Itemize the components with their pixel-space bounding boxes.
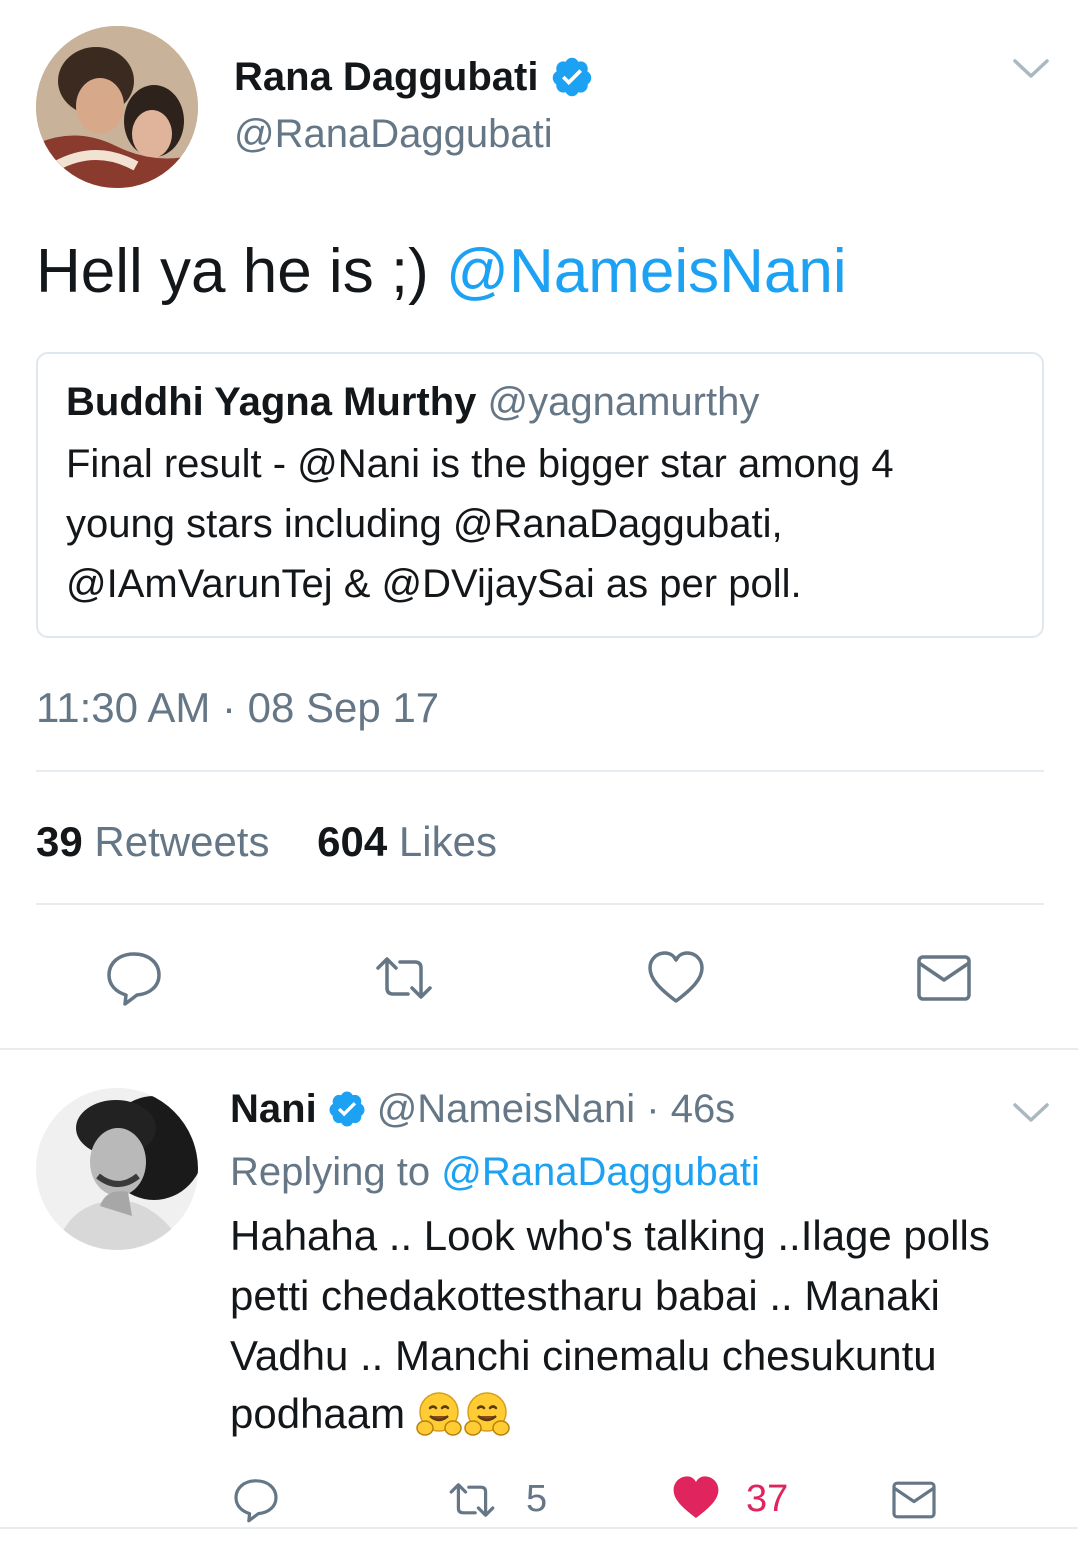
retweet-icon[interactable]: [374, 948, 434, 1008]
quoted-tweet-text-line: Final result - @Nani is the bigger star …: [66, 442, 894, 486]
reply-author-name[interactable]: Nani: [230, 1087, 317, 1132]
replying-to-label: Replying to: [230, 1150, 442, 1194]
chevron-down-icon[interactable]: [1012, 1102, 1050, 1124]
hugging-face-emoji-icon: [464, 1392, 510, 1436]
author-handle[interactable]: @RanaDaggubati: [234, 112, 553, 157]
likes-label: Likes: [398, 818, 497, 865]
hugging-face-emoji-icon: [416, 1392, 462, 1436]
divider: [36, 903, 1044, 905]
heart-filled-icon[interactable]: [672, 1474, 720, 1522]
quoted-tweet-text-line: @IAmVarunTej & @DVijaySai as per poll.: [66, 562, 802, 606]
quoted-author-handle: @yagnamurthy: [487, 380, 760, 424]
verified-badge-icon: [329, 1091, 365, 1127]
reply-text-line: podhaam: [230, 1390, 511, 1438]
quoted-tweet-header: Buddhi Yagna Murthy @yagnamurthy: [66, 380, 759, 425]
engagement-stats: 39 Retweets 604 Likes: [36, 818, 497, 866]
heart-icon[interactable]: [646, 948, 706, 1008]
quoted-author-name: Buddhi Yagna Murthy: [66, 380, 477, 424]
like-count: 37: [746, 1478, 789, 1520]
reply-handle-and-time: @NameisNani · 46s: [376, 1086, 736, 1131]
chevron-down-icon[interactable]: [1012, 58, 1050, 80]
divider: [0, 1527, 1078, 1529]
retweets-label: Retweets: [94, 818, 270, 865]
retweets-stat[interactable]: 39 Retweets: [36, 818, 269, 865]
envelope-icon[interactable]: [914, 948, 974, 1008]
author-name[interactable]: Rana Daggubati: [234, 55, 538, 100]
reply-header: Nani @NameisNani · 46s: [230, 1084, 735, 1134]
quoted-tweet-text-line: young stars including @RanaDaggubati,: [66, 502, 783, 546]
divider: [0, 1048, 1078, 1050]
likes-count: 604: [317, 818, 388, 865]
reply-text-line: Vadhu .. Manchi cinemalu chesukuntu: [230, 1332, 937, 1379]
tweet-timestamp: 11:30 AM · 08 Sep 17: [36, 684, 440, 731]
divider: [36, 770, 1044, 772]
envelope-icon[interactable]: [890, 1476, 938, 1524]
retweet-icon[interactable]: [448, 1476, 496, 1524]
replying-to: Replying to @RanaDaggubati: [230, 1150, 760, 1195]
reply-text-line: Hahaha .. Look who's talking ..Ilage pol…: [230, 1212, 990, 1259]
retweets-count: 39: [36, 818, 83, 865]
author-avatar[interactable]: [36, 26, 198, 188]
reply-author-avatar[interactable]: [36, 1088, 198, 1250]
mention-link[interactable]: @NameisNani: [446, 237, 847, 306]
verified-badge-icon: [553, 57, 592, 97]
author-name-row[interactable]: Rana Daggubati: [234, 52, 594, 102]
retweet-count: 5: [526, 1478, 548, 1520]
reply-text-line: petti chedakottestharu babai .. Manaki: [230, 1272, 940, 1319]
tweet-text-body: Hell ya he is ;): [36, 237, 447, 306]
reply-icon[interactable]: [104, 948, 164, 1008]
likes-stat[interactable]: 604 Likes: [317, 818, 497, 865]
replying-to-handle[interactable]: @RanaDaggubati: [441, 1150, 760, 1194]
reply-icon[interactable]: [232, 1476, 280, 1524]
tweet-text: Hell ya he is ;) @NameisNani: [36, 236, 847, 307]
reply-text-line-end: podhaam: [230, 1390, 406, 1437]
